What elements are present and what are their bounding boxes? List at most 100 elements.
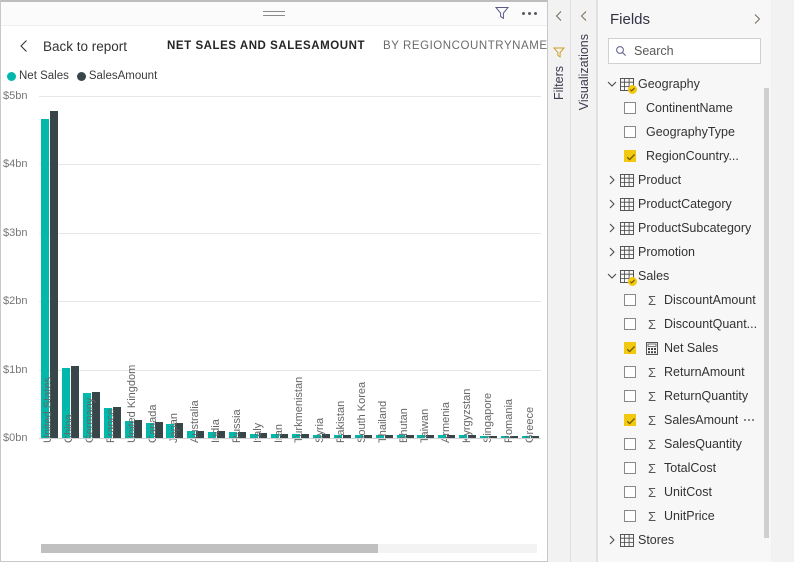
fields-field-row[interactable]: RegionCountry...: [602, 144, 771, 168]
bar-group[interactable]: [376, 96, 393, 438]
bar-group[interactable]: [459, 96, 476, 438]
field-more-options-icon[interactable]: [744, 419, 754, 421]
field-checkbox[interactable]: [624, 486, 636, 498]
x-axis-tick-label: Pakistan: [336, 401, 347, 443]
chevron-right-icon[interactable]: [606, 534, 618, 546]
fields-field-row[interactable]: Net Sales: [602, 336, 771, 360]
x-axis-tick-label: Iran: [274, 424, 285, 443]
bar-group[interactable]: [480, 96, 497, 438]
bar-group[interactable]: [83, 96, 100, 438]
bar-group[interactable]: [334, 96, 351, 438]
fields-field-row[interactable]: ΣUnitPrice: [602, 504, 771, 528]
bar-group[interactable]: [62, 96, 79, 438]
sum-sigma-icon: Σ: [646, 294, 658, 307]
fields-field-row[interactable]: ΣDiscountAmount: [602, 288, 771, 312]
chevron-left-icon[interactable]: [553, 10, 565, 22]
y-axis-tick-label: $5bn: [3, 90, 27, 102]
bar-group[interactable]: [522, 96, 539, 438]
field-checkbox[interactable]: [624, 126, 636, 138]
fields-field-row[interactable]: ContinentName: [602, 96, 771, 120]
table-label: Promotion: [638, 245, 695, 259]
fields-field-row[interactable]: GeographyType: [602, 120, 771, 144]
back-to-report-button[interactable]: Back to report: [43, 39, 127, 54]
fields-field-row[interactable]: ΣSalesQuantity: [602, 432, 771, 456]
chevron-right-icon[interactable]: [606, 174, 618, 186]
search-icon: [615, 45, 627, 57]
field-label: ReturnQuantity: [664, 389, 748, 403]
more-options-icon[interactable]: [520, 5, 539, 21]
fields-table-row[interactable]: Sales: [602, 264, 771, 288]
bar-group[interactable]: [166, 96, 183, 438]
field-checkbox[interactable]: [624, 510, 636, 522]
fields-field-row[interactable]: ΣDiscountQuant...: [602, 312, 771, 336]
visualizations-panel-collapsed[interactable]: Visualizations: [571, 0, 597, 562]
bar-group[interactable]: [187, 96, 204, 438]
bar-group[interactable]: [229, 96, 246, 438]
field-checkbox[interactable]: [624, 438, 636, 450]
bar-group[interactable]: [397, 96, 414, 438]
chart-plot-area: $0bn$1bn$2bn$3bn$4bn$5bnUnited StatesChi…: [1, 86, 547, 561]
field-checkbox[interactable]: [624, 294, 636, 306]
fields-table-row[interactable]: ProductSubcategory: [602, 216, 771, 240]
fields-field-row[interactable]: ΣSalesAmount: [602, 408, 771, 432]
legend-item[interactable]: Net Sales: [7, 70, 69, 82]
field-checkbox[interactable]: [624, 366, 636, 378]
page-title: NET SALES AND SALESAMOUNT: [167, 40, 365, 52]
chevron-right-icon[interactable]: [606, 246, 618, 258]
fields-table-row[interactable]: Stores: [602, 528, 771, 552]
bar-group[interactable]: [250, 96, 267, 438]
bar-group[interactable]: [271, 96, 288, 438]
bar-group[interactable]: [501, 96, 518, 438]
fields-table-row[interactable]: Promotion: [602, 240, 771, 264]
field-checkbox[interactable]: [624, 414, 636, 426]
page-subtitle: BY REGIONCOUNTRYNAME: [383, 40, 548, 52]
field-checkbox[interactable]: [624, 462, 636, 474]
bar-group[interactable]: [208, 96, 225, 438]
chevron-down-icon[interactable]: [606, 78, 618, 90]
back-chevron-icon[interactable]: [17, 39, 31, 53]
bar-group[interactable]: [417, 96, 434, 438]
chevron-right-icon[interactable]: [606, 198, 618, 210]
chevron-left-icon[interactable]: [578, 10, 590, 22]
fields-table-row[interactable]: Product: [602, 168, 771, 192]
field-checkbox[interactable]: [624, 150, 636, 162]
table-icon: [620, 270, 634, 283]
bar-group[interactable]: [104, 96, 121, 438]
fields-table-row[interactable]: Geography: [602, 72, 771, 96]
bar-chart[interactable]: $0bn$1bn$2bn$3bn$4bn$5bnUnited StatesChi…: [1, 86, 547, 526]
filters-panel-collapsed[interactable]: Filters: [548, 0, 571, 562]
fields-field-row[interactable]: ΣTotalCost: [602, 456, 771, 480]
bar-group[interactable]: [438, 96, 455, 438]
filter-funnel-icon[interactable]: [494, 5, 510, 21]
bar-group[interactable]: [146, 96, 163, 438]
chart-scroll-thumb[interactable]: [41, 544, 378, 553]
search-input[interactable]: [632, 43, 754, 59]
fields-tree[interactable]: GeographyContinentName GeographyType Regio…: [598, 72, 771, 562]
chart-horizontal-scrollbar[interactable]: [41, 544, 537, 553]
drag-handle[interactable]: [263, 11, 285, 17]
x-axis-tick-label: Kyrgyzstan: [462, 389, 473, 443]
field-checkbox[interactable]: [624, 390, 636, 402]
field-checkbox[interactable]: [624, 342, 636, 354]
field-checkbox[interactable]: [624, 102, 636, 114]
chevron-right-icon[interactable]: [606, 222, 618, 234]
field-label: ReturnAmount: [664, 365, 745, 379]
fields-field-row[interactable]: ΣReturnAmount: [602, 360, 771, 384]
fields-field-row[interactable]: ΣUnitCost: [602, 480, 771, 504]
sum-sigma-icon: Σ: [646, 390, 658, 403]
field-checkbox[interactable]: [624, 318, 636, 330]
fields-scrollbar[interactable]: [764, 88, 769, 538]
field-label: UnitCost: [664, 485, 712, 499]
legend-item[interactable]: SalesAmount: [77, 70, 157, 82]
bar-group[interactable]: [313, 96, 330, 438]
x-axis-tick-label: India: [211, 419, 222, 443]
field-label: GeographyType: [646, 125, 735, 139]
field-label: SalesQuantity: [664, 437, 742, 451]
y-axis-tick-label: $3bn: [3, 227, 27, 239]
fields-search-box[interactable]: [608, 38, 761, 64]
chevron-right-icon[interactable]: [751, 13, 763, 25]
fields-field-row[interactable]: Σ ReturnQuantity: [602, 384, 771, 408]
fields-table-row[interactable]: ProductCategory: [602, 192, 771, 216]
field-label: DiscountQuant...: [664, 317, 757, 331]
chevron-down-icon[interactable]: [606, 270, 618, 282]
